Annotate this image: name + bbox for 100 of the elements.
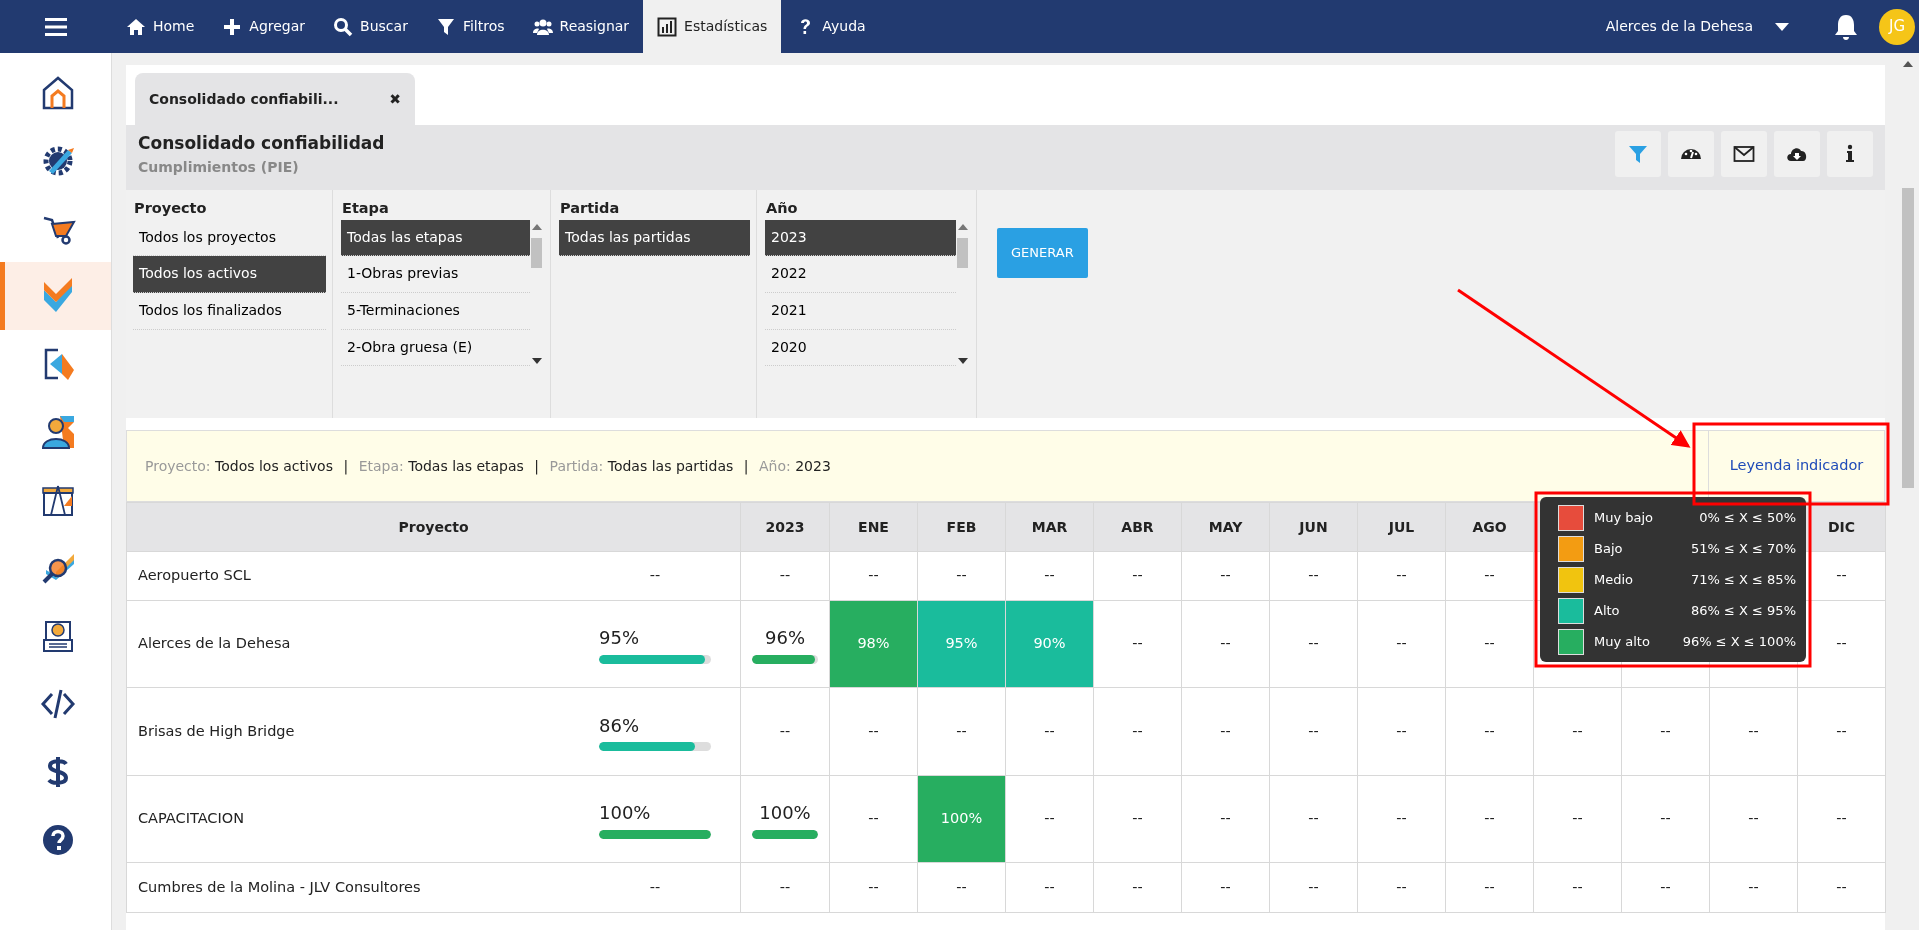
filter-option[interactable]: Todas las partidas (559, 219, 750, 257)
filter-summary: Proyecto: Todos los activos (145, 456, 333, 476)
filter-option[interactable]: 2023 (765, 219, 956, 257)
table-cell: -- (1093, 687, 1182, 776)
filter-summary: Etapa: Todas las etapas (358, 456, 524, 476)
table-cell: -- (1621, 775, 1710, 863)
scroll-thumb[interactable] (1902, 188, 1914, 488)
table-cell: -- (1181, 775, 1270, 863)
legend-label: Medio (1594, 570, 1635, 589)
legend-label: Bajo (1594, 539, 1624, 558)
scroll-thumb[interactable] (957, 237, 968, 268)
filter-button[interactable] (1615, 131, 1661, 177)
table-cell: -- (1445, 600, 1534, 688)
project-name: Alerces de la Dehesa (138, 634, 291, 654)
filter-icon (435, 16, 456, 37)
table-cell: -- (1005, 862, 1094, 913)
table-cell: -- (917, 687, 1006, 776)
table-cell: -- (1709, 862, 1798, 913)
money-laptop-icon (40, 618, 76, 654)
bar-chart-icon (657, 16, 678, 37)
table-cell: -- (1533, 862, 1622, 913)
table-cell: -- (1797, 687, 1886, 776)
table-cell: -- (1357, 600, 1446, 688)
table-cell: -- (1797, 775, 1886, 863)
house-icon (40, 74, 76, 110)
report-subtitle: Cumplimientos (PIE) (138, 157, 300, 177)
table-cell: -- (1181, 551, 1270, 601)
table-cell: -- (829, 775, 918, 863)
filter-option[interactable]: 2021 (765, 292, 956, 330)
legend-range: 71% ≤ X ≤ 85% (1691, 570, 1796, 589)
home-icon (126, 16, 146, 37)
score-cell: 95% (917, 600, 1006, 688)
info-button[interactable] (1827, 131, 1873, 177)
filter-option[interactable]: 1-Obras previas (341, 256, 530, 293)
scroll-up-icon (532, 223, 542, 230)
table-cell: -- (1093, 551, 1182, 601)
filter-summary: Partida: Todas las partidas (549, 456, 734, 476)
legend-range: 96% ≤ X ≤ 100% (1682, 632, 1796, 651)
percentage: 100% (758, 801, 812, 826)
filter-option[interactable]: 5-Terminaciones (341, 292, 530, 330)
filter-title: Etapa (341, 199, 390, 218)
table-cell: -- (740, 551, 830, 601)
gauge-icon (1680, 148, 1702, 160)
project-name: Cumbres de la Molina - JLV Consultores (138, 877, 421, 897)
table-cell-text: -- (648, 877, 662, 897)
nav-tab[interactable]: Reasignar (518, 0, 644, 53)
table-cell: -- (1005, 775, 1094, 863)
nav-tab[interactable]: Filtros (421, 0, 519, 53)
nav-tab[interactable]: Ayuda (781, 0, 880, 53)
filter-option[interactable]: Todas las etapas (341, 219, 530, 257)
table-cell: -- (1093, 862, 1182, 913)
legend-label: Muy bajo (1594, 508, 1655, 527)
help-icon (40, 822, 76, 858)
legend-range: 86% ≤ X ≤ 95% (1691, 601, 1796, 620)
filter-option[interactable]: 2022 (765, 256, 956, 293)
legend-label: Alto (1594, 601, 1621, 620)
download-button[interactable] (1774, 131, 1820, 177)
table-cell: -- (1621, 862, 1710, 913)
report-title: Consolidado confiabilidad (138, 132, 385, 155)
filter-option[interactable]: 2020 (765, 329, 956, 367)
table-cell: -- (1269, 862, 1358, 913)
filter-option[interactable]: Todos los finalizados (133, 292, 326, 330)
percentage: 86% (599, 713, 640, 738)
table-cell: -- (1005, 551, 1094, 601)
dashboard-button[interactable] (1668, 131, 1714, 177)
project-name: Aeropuerto SCL (138, 566, 251, 586)
scroll-thumb[interactable] (531, 237, 542, 268)
project-selector[interactable]: Alerces de la Dehesa (1591, 0, 1819, 53)
nav-tab[interactable]: Home (112, 0, 209, 53)
filter-option[interactable]: Todos los activos (133, 256, 326, 293)
legend-range: 51% ≤ X ≤ 70% (1691, 539, 1796, 558)
table-cell: -- (917, 551, 1006, 601)
project-name: CAPACITACION (138, 809, 244, 829)
bell-icon (1833, 12, 1859, 41)
table-cell: -- (1533, 775, 1622, 863)
percentage: 95% (599, 626, 640, 651)
report-tab[interactable]: Consolidado confiabili... ✖ (135, 73, 415, 125)
nav-tab[interactable]: Buscar (319, 0, 422, 53)
table-cell: -- (1269, 600, 1358, 688)
table-cell: -- (1093, 775, 1182, 863)
filter-icon (1627, 143, 1649, 165)
nav-tab[interactable]: Agregar (208, 0, 320, 53)
filter-option[interactable]: 2-Obra gruesa (E) (341, 329, 530, 367)
caret-icon (1775, 22, 1789, 31)
table-cell: -- (1093, 600, 1182, 688)
person-icon (40, 414, 76, 450)
column-header: AGO (1445, 502, 1534, 552)
separator: | (343, 456, 349, 477)
menu-icon[interactable] (45, 17, 67, 36)
email-button[interactable] (1721, 131, 1767, 177)
project-name: Brisas de High Bridge (138, 721, 295, 741)
scroll-up-icon (1903, 61, 1913, 67)
percentage: 100% (599, 801, 652, 826)
filter-title: Proyecto (133, 199, 208, 218)
table-cell: -- (1445, 775, 1534, 863)
column-header: JUN (1269, 502, 1358, 552)
close-icon[interactable]: ✖ (389, 88, 401, 110)
table-cell: -- (1269, 775, 1358, 863)
scroll-up-icon (958, 223, 968, 230)
nav-tab[interactable]: Estadísticas (643, 0, 782, 53)
